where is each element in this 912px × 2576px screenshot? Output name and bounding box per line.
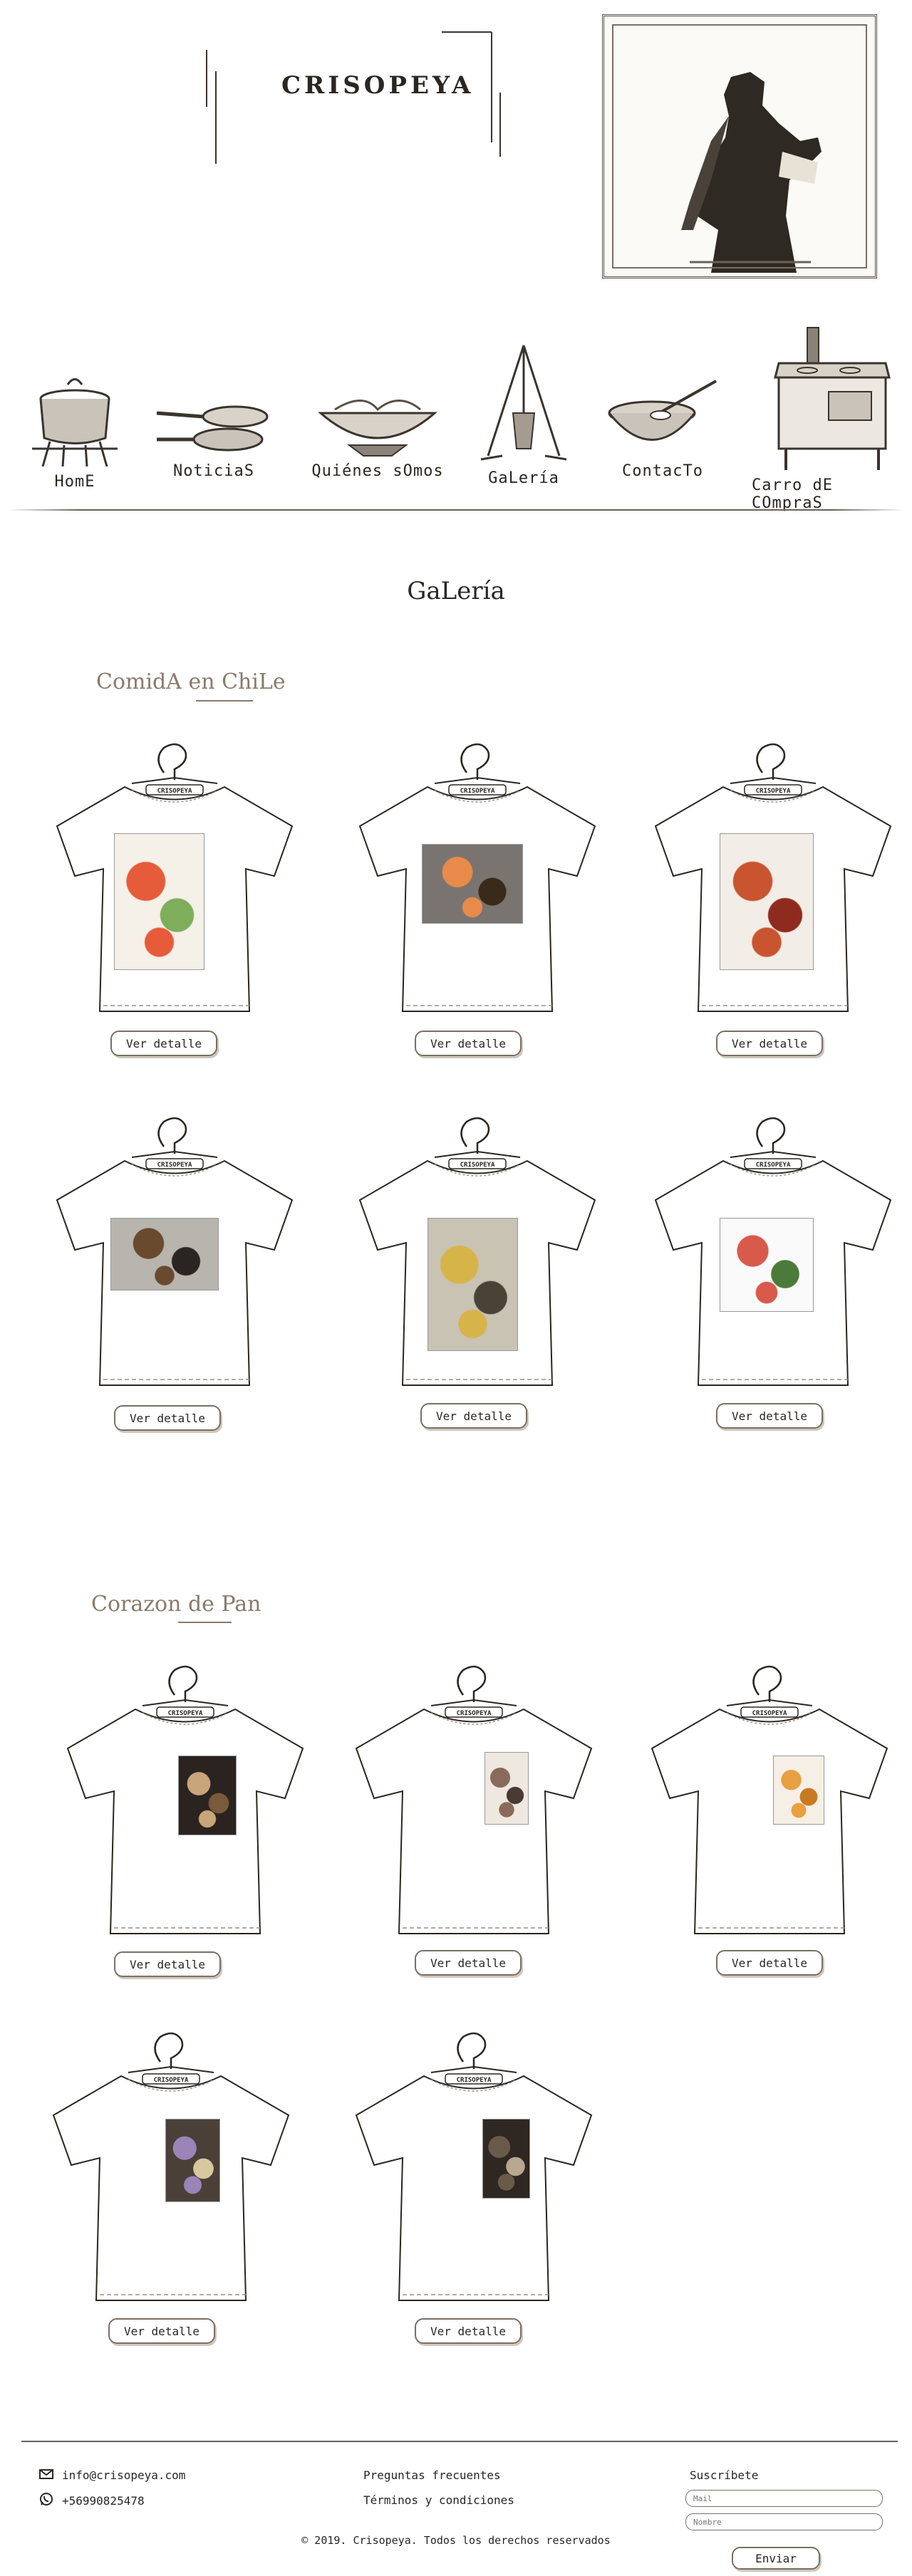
- nav-item-carro-de-compras[interactable]: Carro dE COmpraS: [752, 324, 905, 512]
- food-photo[interactable]: [484, 1752, 529, 1825]
- ver-detalle-button[interactable]: Ver detalle: [420, 1403, 527, 1429]
- shirt-label: CRISOPEYA: [457, 2077, 492, 2084]
- shirt-label: CRISOPEYA: [157, 788, 192, 795]
- nav-item-contacto[interactable]: ContacTo: [602, 374, 723, 480]
- phone-text: +56990825478: [62, 2493, 145, 2508]
- mixing-bowl-icon: [602, 374, 723, 462]
- nav-label: GaLería: [488, 469, 559, 487]
- nav-item-noticias[interactable]: NoticiaS: [153, 395, 274, 480]
- shirt-label: CRISOPEYA: [460, 1162, 495, 1169]
- section-underline: [178, 1622, 232, 1623]
- section-underline: [196, 700, 253, 702]
- nav-label: Quiénes sOmos: [311, 462, 444, 480]
- ver-detalle-button[interactable]: Ver detalle: [415, 2318, 522, 2344]
- shirt-label: CRISOPEYA: [756, 788, 791, 795]
- mail-icon: [39, 2468, 53, 2482]
- nav-item-quienes-somos[interactable]: Quiénes sOmos: [306, 385, 449, 480]
- ver-detalle-button[interactable]: Ver detalle: [415, 1950, 522, 1976]
- nav-label: HomE: [54, 473, 95, 491]
- food-photo[interactable]: [165, 2119, 220, 2202]
- nav-label: ContacTo: [622, 462, 703, 480]
- ver-detalle-button[interactable]: Ver detalle: [716, 1031, 823, 1056]
- faq-link[interactable]: Preguntas frecuentes: [363, 2468, 501, 2482]
- food-photo[interactable]: [428, 1218, 518, 1351]
- wood-stove-icon: [765, 324, 893, 476]
- shirt-label: CRISOPEYA: [157, 1162, 192, 1169]
- food-photo[interactable]: [720, 833, 814, 970]
- page-title: GaLería: [407, 577, 505, 605]
- gallery-card: CRISOPEYA: [338, 2023, 623, 2322]
- shirt-label: CRISOPEYA: [168, 1710, 203, 1717]
- shirt-label: CRISOPEYA: [752, 1710, 787, 1717]
- copyright-text: © 2019. Crisopeya. Todos los derechos re…: [301, 2534, 611, 2547]
- tshirt-hanger-icon: CRISOPEYA: [355, 2032, 593, 2301]
- wok-with-food-icon: [306, 385, 449, 462]
- send-button[interactable]: Enviar: [732, 2547, 820, 2570]
- header-divider: [7, 509, 905, 511]
- shirt-label: CRISOPEYA: [154, 2077, 189, 2084]
- section-title: Corazon de Pan: [91, 1592, 261, 1617]
- mail-input[interactable]: [685, 2490, 883, 2507]
- food-photo[interactable]: [114, 833, 204, 970]
- food-photo[interactable]: [773, 1756, 824, 1825]
- ver-detalle-button[interactable]: Ver detalle: [110, 1031, 217, 1056]
- footer-email[interactable]: info@crisopeya.com: [39, 2468, 185, 2482]
- shirt-label: CRISOPEYA: [756, 1162, 791, 1169]
- ver-detalle-button[interactable]: Ver detalle: [716, 1950, 823, 1976]
- food-photo[interactable]: [482, 2119, 530, 2199]
- shirt-label: CRISOPEYA: [457, 1710, 492, 1717]
- name-input[interactable]: [685, 2513, 883, 2530]
- nav-label: NoticiaS: [173, 462, 254, 480]
- ver-detalle-button[interactable]: Ver detalle: [716, 1403, 823, 1429]
- tshirt-hanger-icon: CRISOPEYA: [651, 1665, 888, 1934]
- nav-label: Carro dE COmpraS: [752, 476, 833, 512]
- ver-detalle-button[interactable]: Ver detalle: [108, 2318, 215, 2344]
- hero-portrait-image: [602, 14, 877, 278]
- ver-detalle-button[interactable]: Ver detalle: [114, 1405, 221, 1431]
- terms-link[interactable]: Términos y condiciones: [363, 2493, 514, 2507]
- subscribe-title: Suscríbete: [690, 2468, 759, 2482]
- ver-detalle-button[interactable]: Ver detalle: [415, 1031, 522, 1056]
- shirt-label: CRISOPEYA: [460, 788, 495, 795]
- email-text: info@crisopeya.com: [62, 2468, 186, 2482]
- frying-pans-icon: [153, 395, 274, 462]
- brand-logo-text[interactable]: CRISOPEYA: [281, 71, 474, 100]
- footer-divider: [21, 2441, 898, 2442]
- tshirt-hanger-icon: CRISOPEYA: [355, 1665, 593, 1934]
- food-photo[interactable]: [422, 844, 523, 924]
- nav-item-home[interactable]: HomE: [28, 370, 121, 491]
- section-title: ComidA en ChiLe: [96, 669, 286, 694]
- tripod-pot-icon: [474, 342, 574, 469]
- nav-item-galeria[interactable]: GaLería: [463, 342, 584, 487]
- ver-detalle-button[interactable]: Ver detalle: [114, 1951, 221, 1977]
- pot-on-stove-icon: [28, 370, 121, 473]
- gallery-card: CRISOPEYA: [338, 1656, 623, 1955]
- whatsapp-icon: [39, 2492, 53, 2509]
- food-photo[interactable]: [178, 1756, 237, 1835]
- food-photo[interactable]: [110, 1218, 219, 1290]
- food-photo[interactable]: [720, 1218, 814, 1312]
- footer-phone[interactable]: +56990825478: [39, 2492, 145, 2509]
